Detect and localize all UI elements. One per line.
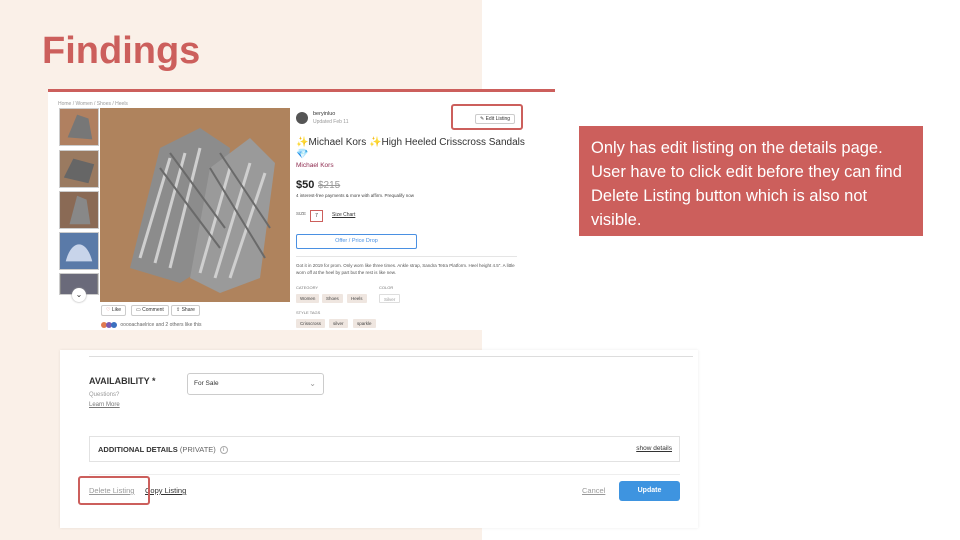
seller-avatar[interactable] [296,112,308,124]
questions-text: Questions? [89,392,120,398]
style-tags-label: STYLE TAGS [296,310,321,315]
size-chart-link[interactable]: Size Chart [332,212,355,218]
update-button[interactable]: Update [619,481,680,501]
learn-more-link[interactable]: Learn More [89,402,120,408]
heart-icon: ♡ [106,307,111,313]
copy-listing-link[interactable]: Copy Listing [145,486,186,495]
price: $50 [296,179,315,191]
additional-details-title: ADDITIONAL DETAILS (PRIVATE) i [98,445,228,455]
availability-value: For Sale [194,380,219,387]
thumbnail-3[interactable] [59,191,99,229]
color-tag[interactable]: Silver [379,294,401,303]
size-option[interactable]: 7 [310,210,323,222]
category-tag[interactable]: Heels [347,294,367,303]
share-icon: ⇪ [176,307,181,313]
thumbnail-4[interactable] [59,232,99,270]
category-tag[interactable]: Women [296,294,320,303]
slide-title: Findings [42,30,201,72]
like-button[interactable]: ♡ Like [101,305,127,316]
delete-listing-highlight [78,476,150,505]
liker-avatar [111,322,117,328]
breadcrumb: Home / Women / Shoes / Heels [58,101,128,107]
cancel-link[interactable]: Cancel [582,486,605,495]
affirm-text: 4 interest-free payments & more with aff… [296,193,414,198]
edit-listing-highlight [451,104,523,130]
thumbnail-1[interactable] [59,108,99,146]
show-details-link[interactable]: show details [636,445,672,452]
updated-date: Updated Feb 11 [313,119,349,125]
chevron-down-icon[interactable]: ⌄ [72,288,86,302]
description: Got it in 2019 for prom. Only worn like … [296,263,515,275]
style-tag[interactable]: silver [329,319,348,328]
original-price: $215 [318,180,341,191]
chevron-down-icon: ⌄ [309,379,316,388]
private-label: (PRIVATE) [179,445,216,454]
listing-title: ✨Michael Kors ✨High Heeled Crisscross Sa… [296,137,525,160]
category-label: CATEGORY [296,285,319,290]
likers-text: ooooachaelrice and 2 others like this [120,322,202,329]
availability-label: AVAILABILITY * [89,376,156,386]
finding-note: Only has edit listing on the details pag… [579,126,923,236]
likers-row: ooooachaelrice and 2 others like this [101,322,202,328]
style-tag[interactable]: Crisscross [296,319,325,328]
color-label: COLOR [379,285,394,290]
thumbnail-2[interactable] [59,150,99,188]
seller-name[interactable]: beryinluo [313,111,335,117]
brand-link[interactable]: Michael Kors [296,162,334,169]
additional-details-section: ADDITIONAL DETAILS (PRIVATE) i show detai… [89,436,680,462]
comment-icon: ▭ [136,307,141,313]
offer-price-drop-button[interactable]: Offer / Price Drop [296,234,417,249]
divider [296,256,517,257]
share-button[interactable]: ⇪ Share [171,305,200,316]
edit-listing-screenshot: AVAILABILITY * Questions? Learn More For… [60,350,698,528]
size-label: SIZE [296,211,307,216]
info-icon[interactable]: i [219,446,228,455]
divider [89,356,693,357]
category-tag[interactable]: Shoes [322,294,343,303]
main-product-photo [100,108,290,302]
style-tag[interactable]: sparkle [353,319,376,328]
availability-select[interactable]: For Sale ⌄ [187,373,324,395]
comment-button[interactable]: ▭ Comment [131,305,169,316]
divider [89,474,680,475]
